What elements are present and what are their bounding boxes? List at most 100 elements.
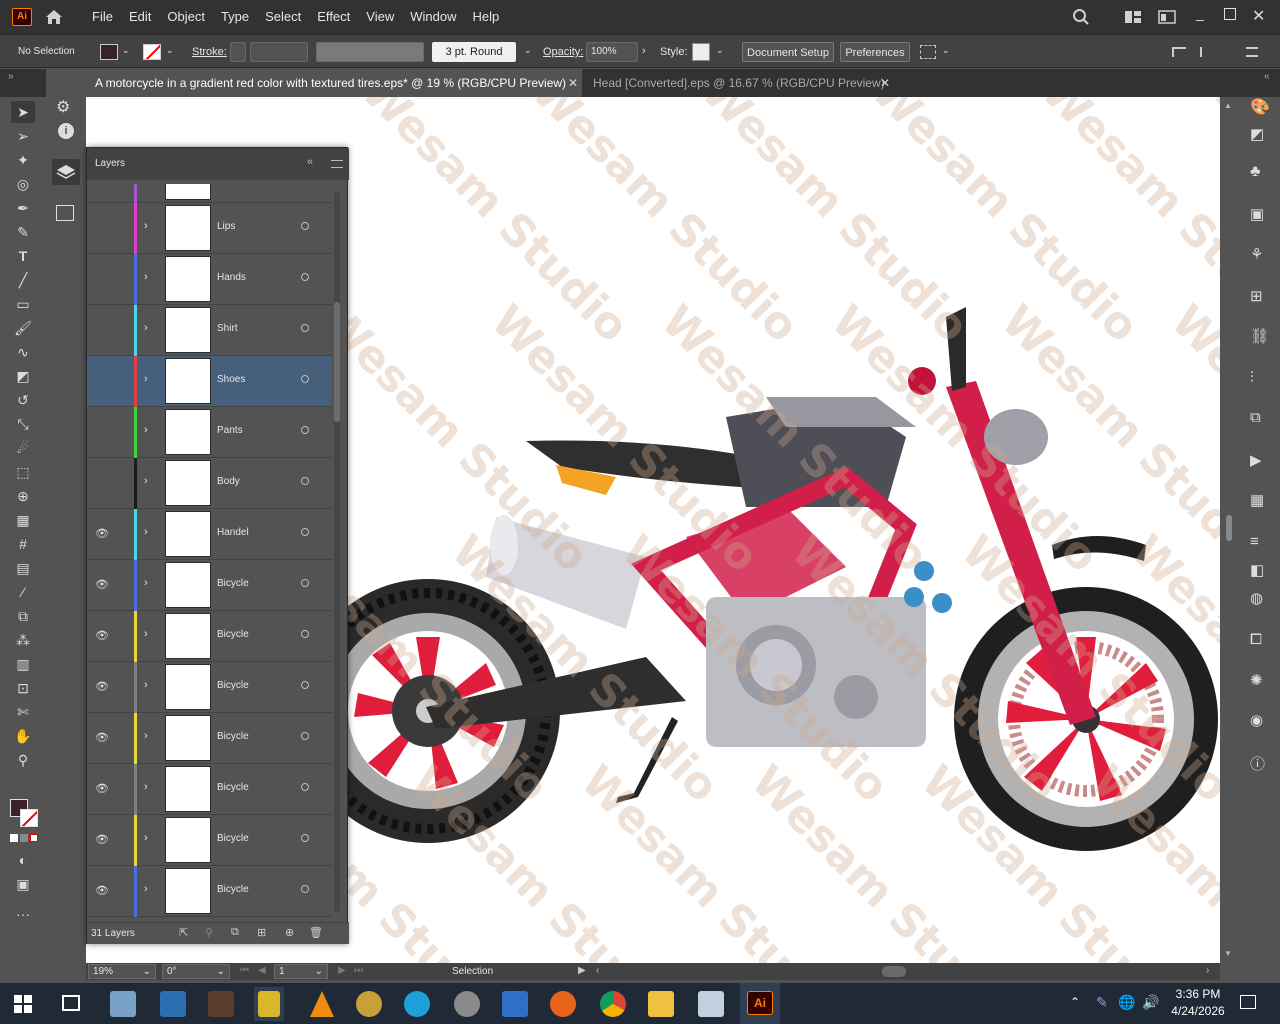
info-icon[interactable]: i [58,123,74,139]
expand-arrow-icon[interactable]: › [144,832,148,844]
layer-row[interactable]: 👁 › Bicycle [87,764,332,815]
expand-arrow-icon[interactable]: › [144,526,148,538]
variable-width-dropdown[interactable] [316,42,424,62]
rectangle-tool-icon[interactable]: ▭ [11,293,35,315]
next-artboard-icon[interactable]: ▶ [338,965,346,976]
chevron-down-icon[interactable]: ⌄ [166,45,174,56]
slice-tool-icon[interactable]: ✄ [11,701,35,723]
layer-row[interactable]: 👁 › Shoes [87,356,332,407]
image-trace-icon[interactable]: ✺ [1250,671,1263,689]
stroke-stepper[interactable] [230,42,246,62]
taskbar-app-icon[interactable] [208,991,234,1017]
expand-arrow-icon[interactable]: › [144,271,148,283]
search-icon[interactable] [1072,8,1090,26]
swatches-icon[interactable]: ◩ [1250,125,1264,143]
arrange-documents-icon[interactable] [1124,10,1142,24]
close-icon[interactable]: ✕ [1252,6,1265,26]
asset-export-icon[interactable]: ▦ [1250,491,1264,509]
expand-arrow-icon[interactable]: › [144,322,148,334]
workspace-icon[interactable] [1158,10,1176,24]
menu-item-effect[interactable]: Effect [309,0,358,34]
expand-arrow-icon[interactable]: › [144,781,148,793]
gradient-panel-icon[interactable]: ◧ [1250,561,1264,579]
menu-item-window[interactable]: Window [402,0,464,34]
scroll-left-icon[interactable]: ‹ [596,965,599,976]
minimize-icon[interactable]: _ [1196,6,1210,22]
tab-inactive-document[interactable]: Head [Converted].eps @ 16.67 % (RGB/CPU … [584,69,896,97]
more-tools-icon[interactable]: ··· [11,903,35,925]
target-icon[interactable] [301,273,309,281]
visibility-eye-icon[interactable]: 👁 [95,476,109,490]
locate-object-icon[interactable]: ⚲ [205,926,213,939]
graphic-style-swatch[interactable] [692,43,710,61]
taskbar-app-icon[interactable] [160,991,186,1017]
layers-scrollbar[interactable] [334,192,340,912]
taskbar-app-icon[interactable] [110,991,136,1017]
last-artboard-icon[interactable]: ⏭ [354,965,363,976]
pen-tool-icon[interactable]: ✒ [11,197,35,219]
layer-name[interactable]: Bicycle [217,833,249,844]
actions-icon[interactable]: ▶ [1250,451,1262,469]
expand-arrow-icon[interactable]: › [144,424,148,436]
select-similar-icon[interactable] [920,45,936,59]
artboards-icon[interactable] [56,205,74,221]
line-tool-icon[interactable]: ╱ [11,269,35,291]
layer-name[interactable]: Bicycle [217,578,249,589]
layer-row[interactable]: 👁 › Bicycle [87,815,332,866]
layers-panel-icon[interactable] [52,159,80,185]
layer-row[interactable]: 👁 › Bicycle [87,611,332,662]
network-icon[interactable]: 🌐 [1118,994,1135,1011]
stroke-panel-icon[interactable]: ≡ [1250,533,1259,550]
layer-name[interactable]: Shirt [217,323,238,334]
transparency-icon[interactable]: ◍ [1250,589,1263,607]
brushes-icon[interactable]: ⚘ [1250,245,1263,263]
target-icon[interactable] [301,732,309,740]
shaper-tool-icon[interactable]: ∿ [11,341,35,363]
symbol-sprayer-tool-icon[interactable]: ⁂ [11,629,35,651]
layer-row[interactable]: 👁 › Bicycle [87,560,332,611]
align-icon[interactable] [1172,47,1186,57]
clipping-mask-icon[interactable]: ⧉ [231,926,239,939]
expand-arrow-icon[interactable]: › [144,220,148,232]
firefox-icon[interactable] [550,991,576,1017]
visibility-eye-icon[interactable]: 👁 [95,527,109,541]
target-icon[interactable] [301,477,309,485]
direct-selection-tool-icon[interactable]: ➢ [11,125,35,147]
layer-row[interactable]: 👁 › Bicycle [87,866,332,917]
color-mode-buttons[interactable] [10,834,38,842]
layer-row[interactable]: 👁 › Bicycle [87,713,332,764]
layer-name[interactable]: Body [217,476,240,487]
close-tab-icon[interactable]: ✕ [568,69,578,97]
maximize-icon[interactable] [1224,8,1236,20]
visibility-eye-icon[interactable]: 👁 [95,323,109,337]
taskbar-illustrator[interactable]: Ai [740,983,780,1024]
previous-artboard-icon[interactable]: ◀ [258,965,266,976]
taskbar-app-icon[interactable] [502,991,528,1017]
menu-item-help[interactable]: Help [464,0,507,34]
layer-name[interactable]: Bicycle [217,884,249,895]
scroll-right-icon[interactable]: › [1206,965,1209,976]
artboard-tool-icon[interactable]: ⊡ [11,677,35,699]
chevron-down-icon[interactable]: ⌄ [524,45,532,56]
chrome-icon[interactable] [600,991,626,1017]
document-setup-button[interactable]: Document Setup [742,42,834,62]
layer-row[interactable]: 👁›Noes [87,184,332,203]
column-graph-tool-icon[interactable]: ▥ [11,653,35,675]
artboard-navigator[interactable]: 1 ⌄ [274,964,328,979]
panel-menu-icon[interactable] [1246,47,1258,57]
brush-definition-dropdown[interactable]: 3 pt. Round [432,42,516,62]
windows-start-icon[interactable] [14,995,32,1013]
expand-arrow-icon[interactable]: › [144,373,148,385]
layer-name[interactable]: Bicycle [217,782,249,793]
transform-icon[interactable]: ⊞ [1250,287,1263,305]
shape-builder-tool-icon[interactable]: ⊕ [11,485,35,507]
perspective-grid-tool-icon[interactable]: ▦ [11,509,35,531]
taskbar-app-icon[interactable] [404,991,430,1017]
graphic-styles-icon[interactable]: ▣ [1250,205,1264,223]
target-icon[interactable] [301,579,309,587]
target-icon[interactable] [301,324,309,332]
zoom-dropdown[interactable]: 19% ⌄ [88,964,156,979]
expand-arrow-icon[interactable]: › [144,883,148,895]
tab-active-document[interactable]: A motorcycle in a gradient red color wit… [86,69,582,97]
visibility-eye-icon[interactable]: 👁 [95,833,109,847]
